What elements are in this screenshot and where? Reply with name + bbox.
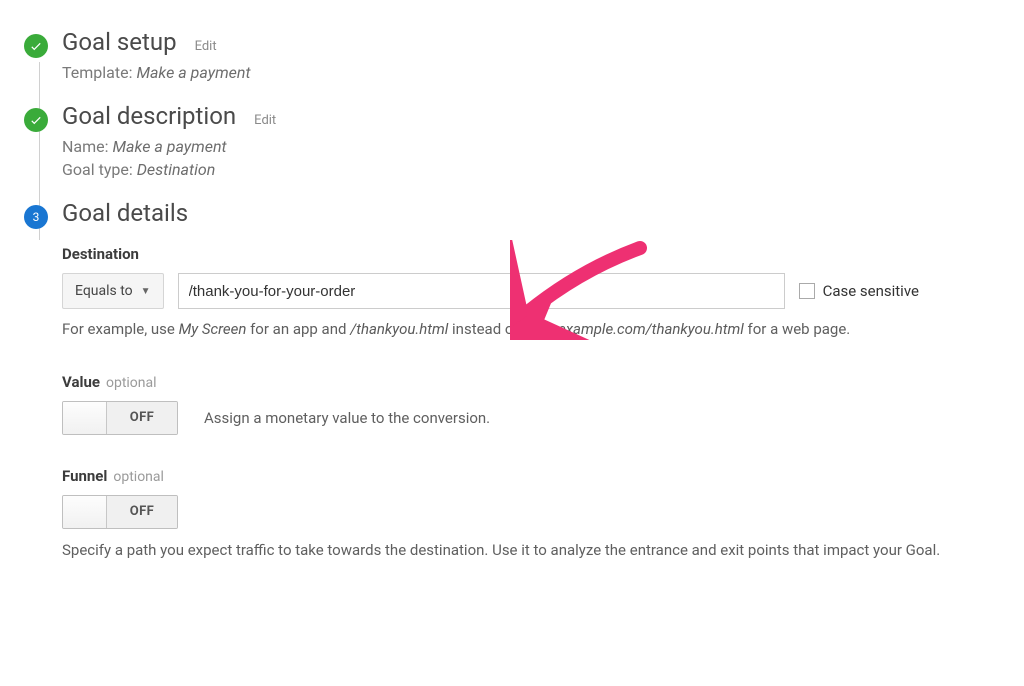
checkmark-icon (24, 108, 48, 132)
step-title: Goal details (62, 199, 188, 227)
step-goal-description: Goal description Edit Name: Make a payme… (24, 102, 1000, 199)
checkmark-icon (24, 34, 48, 58)
step-goal-details: 3 Goal details Destination Equals to ▼ C… (24, 199, 1000, 579)
step-number-badge: 3 (24, 205, 48, 229)
step-title: Goal setup (62, 28, 177, 56)
edit-link[interactable]: Edit (195, 39, 217, 54)
funnel-description: Specify a path you expect traffic to tak… (62, 539, 1000, 562)
toggle-state: OFF (107, 402, 177, 434)
destination-label: Destination (62, 245, 1000, 263)
dropdown-label: Equals to (75, 283, 133, 299)
funnel-label: Funnel optional (62, 467, 1000, 485)
step-subtext: Template: Make a payment (62, 62, 1000, 84)
toggle-state: OFF (107, 496, 177, 528)
step-title: Goal description (62, 102, 236, 130)
step-subtext: Name: Make a payment Goal type: Destinat… (62, 136, 1000, 181)
toggle-knob (63, 496, 107, 528)
case-sensitive-checkbox[interactable] (799, 283, 815, 299)
destination-hint: For example, use My Screen for an app an… (62, 319, 992, 341)
toggle-knob (63, 402, 107, 434)
case-sensitive-label: Case sensitive (823, 282, 919, 300)
funnel-toggle[interactable]: OFF (62, 495, 178, 529)
edit-link[interactable]: Edit (254, 113, 276, 128)
step-goal-setup: Goal setup Edit Template: Make a payment (24, 28, 1000, 102)
value-toggle[interactable]: OFF (62, 401, 178, 435)
value-label: Value optional (62, 373, 1000, 391)
match-type-dropdown[interactable]: Equals to ▼ (62, 273, 164, 309)
destination-input[interactable] (178, 273, 785, 309)
value-description: Assign a monetary value to the conversio… (204, 409, 490, 427)
caret-down-icon: ▼ (141, 286, 151, 297)
